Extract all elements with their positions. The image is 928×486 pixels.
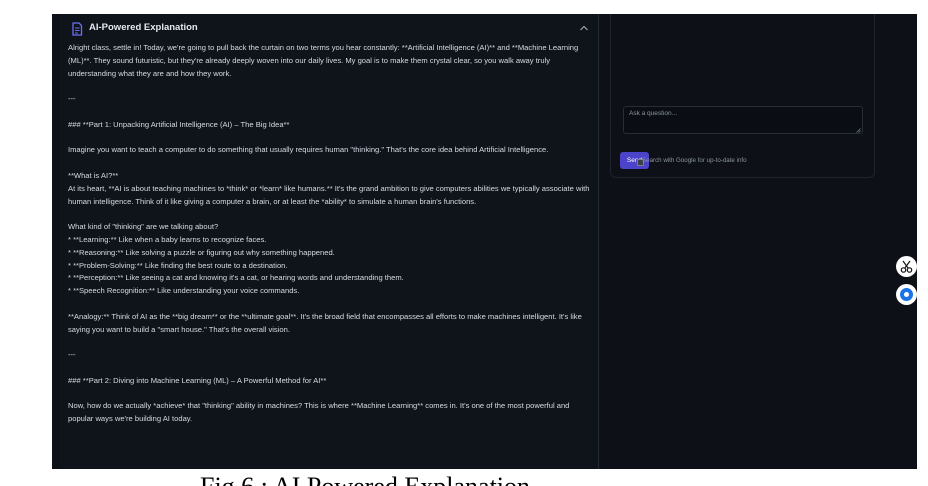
question-panel: Send Search with Google for up-to-date i…: [610, 14, 875, 178]
explanation-panel: AI-Powered Explanation Alright class, se…: [60, 14, 599, 469]
panel-header[interactable]: AI-Powered Explanation: [60, 14, 598, 44]
explanation-line: ### **Part 1: Unpacking Artificial Intel…: [68, 119, 290, 129]
explanation-line: * **Learning:** Like when a baby learns …: [68, 234, 267, 244]
explanation-line: * **Problem-Solving:** Like finding the …: [68, 260, 288, 270]
explanation-text: Alright class, settle in! Today, we're g…: [68, 42, 590, 426]
explanation-line: [68, 336, 590, 349]
panel-title: AI-Powered Explanation: [89, 22, 198, 33]
explanation-line: * **Perception:** Like seeing a cat and …: [68, 273, 404, 283]
explanation-line: Alright class, settle in! Today, we're g…: [68, 43, 579, 78]
explanation-line: ---: [68, 94, 76, 104]
document-icon: [72, 22, 83, 36]
explanation-line: **Analogy:** Think of AI as the **big dr…: [68, 311, 582, 334]
explanation-line: * **Reasoning:** Like solving a puzzle o…: [68, 247, 335, 257]
explanation-line: [68, 362, 590, 375]
chevron-up-icon[interactable]: [579, 24, 589, 32]
app-screen: AI-Powered Explanation Alright class, se…: [52, 14, 917, 469]
explanation-line: ---: [68, 350, 76, 360]
explanation-line: ### **Part 2: Diving into Machine Learni…: [68, 375, 327, 385]
explanation-line: [68, 388, 590, 401]
explanation-line: [68, 80, 590, 93]
explanation-line: At its heart, **AI is about teaching mac…: [68, 183, 590, 206]
resize-handle-icon[interactable]: [856, 128, 861, 133]
scissors-button[interactable]: [896, 256, 917, 277]
explanation-line: * **Speech Recognition:** Like understan…: [68, 286, 300, 296]
question-input[interactable]: [623, 106, 863, 134]
search-google-label: Search with Google for up-to-date info: [642, 157, 747, 164]
explanation-line: [68, 132, 590, 145]
assistant-button[interactable]: [896, 284, 917, 305]
explanation-line: Imagine you want to teach a computer to …: [68, 145, 549, 155]
explanation-line: [68, 106, 590, 119]
explanation-line: [68, 298, 590, 311]
explanation-line: [68, 157, 590, 170]
explanation-line: Now, how do we actually *achieve* that "…: [68, 401, 570, 424]
explanation-line: [68, 208, 590, 221]
assistant-icon: [900, 288, 913, 301]
explanation-line: **What is AI?**: [68, 170, 119, 180]
explanation-line: What kind of "thinking" are we talking a…: [68, 222, 219, 232]
scissors-icon: [900, 260, 913, 273]
